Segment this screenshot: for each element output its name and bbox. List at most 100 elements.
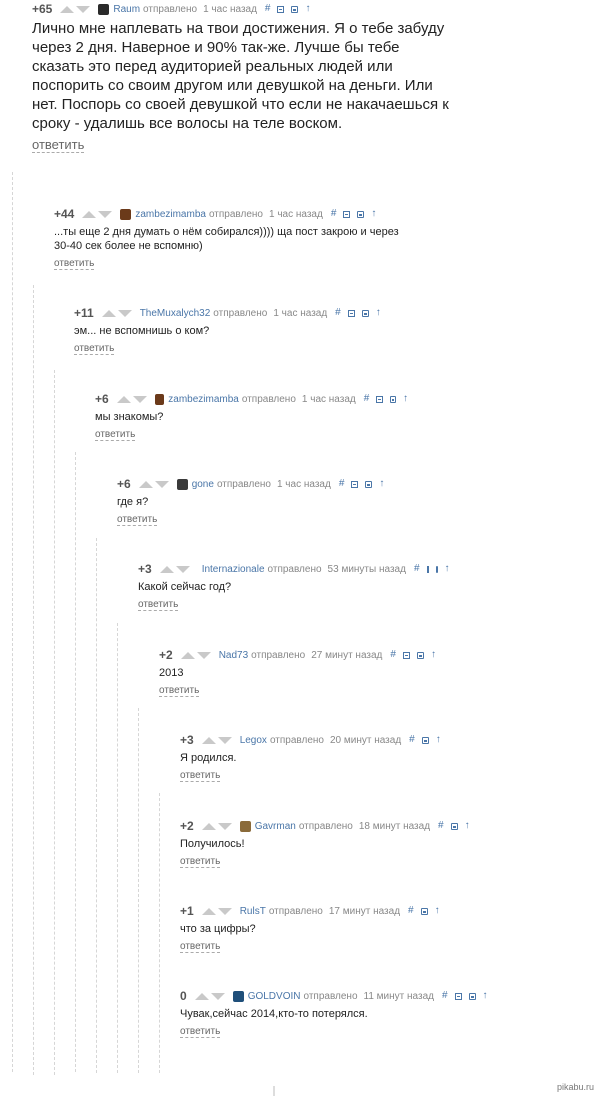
author-link[interactable]: zambezimamba bbox=[168, 394, 239, 405]
author-link[interactable]: RulsT bbox=[240, 906, 266, 917]
upvote-arrow-icon[interactable] bbox=[116, 395, 131, 403]
save-icon[interactable] bbox=[357, 210, 365, 218]
vote-controls bbox=[60, 5, 92, 13]
save-icon[interactable] bbox=[468, 992, 476, 1000]
reply-link[interactable]: ответить bbox=[180, 856, 221, 868]
avatar[interactable] bbox=[232, 990, 244, 1002]
permalink-hash-icon[interactable]: # bbox=[408, 906, 414, 916]
downvote-arrow-icon[interactable] bbox=[98, 210, 113, 218]
downvote-arrow-icon[interactable] bbox=[217, 736, 232, 744]
save-icon[interactable] bbox=[365, 480, 373, 488]
avatar[interactable] bbox=[176, 478, 188, 490]
parent-arrow-icon[interactable]: ↑ bbox=[431, 650, 436, 660]
permalink-hash-icon[interactable]: # bbox=[409, 735, 415, 745]
downvote-arrow-icon[interactable] bbox=[217, 907, 232, 915]
downvote-arrow-icon[interactable] bbox=[132, 395, 147, 403]
author-link[interactable]: Nad73 bbox=[219, 650, 248, 661]
posted-label: отправлено bbox=[213, 307, 268, 319]
reply-link[interactable]: ответить bbox=[95, 429, 136, 441]
author-link[interactable]: TheMuxalych32 bbox=[140, 308, 211, 319]
comment-text: что за цифры? bbox=[180, 923, 256, 935]
downvote-arrow-icon[interactable] bbox=[117, 309, 132, 317]
reply-link[interactable]: ответить bbox=[117, 514, 158, 526]
comment-meta: +11 TheMuxalych32 отправлено 1 час назад # ↑ bbox=[74, 306, 404, 320]
author-link[interactable]: zambezimamba bbox=[135, 209, 206, 220]
reply-link[interactable]: ответить bbox=[138, 599, 179, 611]
parent-arrow-icon[interactable]: ↑ bbox=[435, 906, 440, 916]
author-link[interactable]: Raum bbox=[113, 4, 140, 15]
upvote-arrow-icon[interactable] bbox=[60, 5, 75, 13]
collapse-icon[interactable] bbox=[376, 395, 383, 403]
comment: +3 Internazionale отправлено 53 минуты наза… bbox=[138, 562, 450, 612]
save-icon[interactable] bbox=[435, 565, 438, 573]
collapse-icon[interactable] bbox=[347, 309, 355, 317]
collapse-icon[interactable] bbox=[454, 992, 462, 1000]
author-link[interactable]: GOLDVOIN bbox=[248, 991, 301, 1002]
collapse-icon[interactable] bbox=[351, 480, 359, 488]
upvote-arrow-icon[interactable] bbox=[180, 651, 195, 659]
upvote-arrow-icon[interactable] bbox=[201, 822, 216, 830]
reply-link[interactable]: ответить bbox=[180, 770, 221, 782]
save-icon[interactable] bbox=[416, 651, 424, 659]
parent-arrow-icon[interactable]: ↑ bbox=[371, 209, 376, 219]
parent-arrow-icon[interactable]: ↑ bbox=[465, 821, 470, 831]
permalink-hash-icon[interactable]: # bbox=[339, 479, 345, 489]
downvote-arrow-icon[interactable] bbox=[76, 5, 91, 13]
downvote-arrow-icon[interactable] bbox=[154, 480, 169, 488]
permalink-hash-icon[interactable]: # bbox=[335, 308, 341, 318]
permalink-hash-icon[interactable]: # bbox=[265, 4, 271, 14]
save-icon[interactable] bbox=[421, 736, 429, 744]
author-link[interactable]: Gavrman bbox=[255, 821, 296, 832]
save-icon[interactable] bbox=[389, 395, 397, 403]
collapse-icon[interactable] bbox=[402, 651, 410, 659]
permalink-hash-icon[interactable]: # bbox=[390, 650, 396, 660]
save-icon[interactable] bbox=[420, 907, 428, 915]
parent-arrow-icon[interactable]: ↑ bbox=[379, 479, 384, 489]
reply-link[interactable]: ответить bbox=[180, 941, 221, 953]
collapse-icon[interactable] bbox=[277, 5, 285, 13]
upvote-arrow-icon[interactable] bbox=[82, 210, 97, 218]
author-link[interactable]: Internazionale bbox=[202, 564, 265, 575]
parent-arrow-icon[interactable]: ↑ bbox=[305, 4, 310, 14]
save-icon[interactable] bbox=[291, 5, 299, 13]
downvote-arrow-icon[interactable] bbox=[217, 822, 232, 830]
upvote-arrow-icon[interactable] bbox=[194, 992, 209, 1000]
downvote-arrow-icon[interactable] bbox=[175, 565, 190, 573]
avatar[interactable] bbox=[120, 208, 132, 220]
permalink-hash-icon[interactable]: # bbox=[364, 394, 370, 404]
reply-link[interactable]: ответить bbox=[74, 343, 115, 355]
downvote-arrow-icon[interactable] bbox=[196, 651, 211, 659]
upvote-arrow-icon[interactable] bbox=[159, 565, 174, 573]
collapse-icon[interactable] bbox=[426, 565, 429, 573]
comment-text: 2013 bbox=[159, 667, 184, 679]
upvote-arrow-icon[interactable] bbox=[138, 480, 153, 488]
collapse-icon[interactable] bbox=[343, 210, 351, 218]
parent-arrow-icon[interactable]: ↑ bbox=[483, 991, 488, 1001]
reply-link[interactable]: ответить bbox=[159, 685, 200, 697]
avatar[interactable] bbox=[239, 820, 251, 832]
permalink-hash-icon[interactable]: # bbox=[442, 991, 448, 1001]
downvote-arrow-icon[interactable] bbox=[210, 992, 225, 1000]
reply-link[interactable]: ответить bbox=[54, 258, 95, 270]
upvote-arrow-icon[interactable] bbox=[101, 309, 116, 317]
upvote-arrow-icon[interactable] bbox=[201, 736, 216, 744]
upvote-arrow-icon[interactable] bbox=[201, 907, 216, 915]
permalink-hash-icon[interactable]: # bbox=[414, 564, 420, 574]
avatar[interactable] bbox=[154, 393, 165, 405]
posted-label: отправлено bbox=[268, 905, 323, 917]
parent-arrow-icon[interactable]: ↑ bbox=[436, 735, 441, 745]
parent-arrow-icon[interactable]: ↑ bbox=[403, 394, 408, 404]
save-icon[interactable] bbox=[450, 822, 458, 830]
comment-score: +3 bbox=[180, 733, 194, 747]
avatar[interactable] bbox=[98, 3, 110, 15]
permalink-hash-icon[interactable]: # bbox=[438, 821, 444, 831]
parent-arrow-icon[interactable]: ↑ bbox=[445, 564, 450, 574]
permalink-hash-icon[interactable]: # bbox=[331, 209, 337, 219]
reply-link[interactable]: ответить bbox=[180, 1026, 221, 1038]
author-link[interactable]: Legox bbox=[240, 735, 267, 746]
reply-link[interactable]: ответить bbox=[32, 137, 85, 153]
author-link[interactable]: gone bbox=[192, 479, 214, 490]
parent-arrow-icon[interactable]: ↑ bbox=[376, 308, 381, 318]
vote-controls bbox=[201, 907, 234, 915]
save-icon[interactable] bbox=[361, 309, 369, 317]
